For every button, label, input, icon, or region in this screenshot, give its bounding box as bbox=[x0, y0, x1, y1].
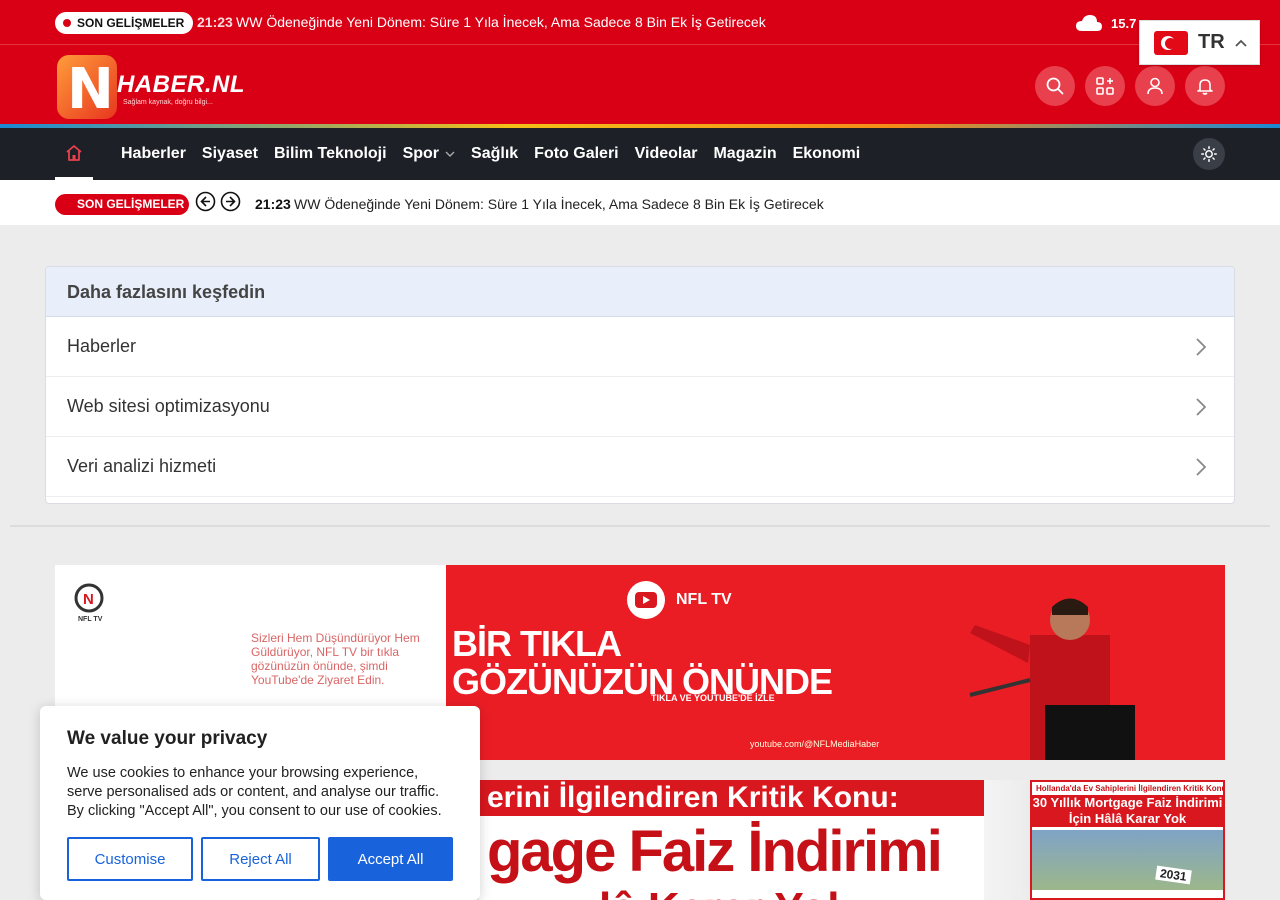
nav-item-haberler[interactable]: Haberler bbox=[113, 145, 194, 163]
site-logo[interactable]: HABER.NL Sağlam kaynak, doğru bilgi... bbox=[55, 55, 245, 122]
cookie-consent-dialog: We value your privacy We use cookies to … bbox=[40, 706, 480, 900]
houses-illustration bbox=[1032, 830, 1223, 890]
nav-item-siyaset[interactable]: Siyaset bbox=[194, 145, 266, 163]
turkey-flag-icon bbox=[1154, 30, 1188, 55]
weather-widget[interactable]: 15.7 bbox=[1075, 12, 1136, 34]
ticker-headline-link[interactable]: WW Ödeneğinde Yeni Dönem: Süre 1 Yıla İn… bbox=[294, 196, 824, 212]
section-divider bbox=[10, 525, 1270, 527]
explore-item[interactable]: Veri analizi hizmeti bbox=[46, 437, 1234, 497]
chevron-down-icon bbox=[445, 151, 455, 157]
featured-image-line-3: lâ Karar Yok bbox=[599, 884, 852, 900]
news-ticker: SON GELİŞMELER 21:23 WW Ödeneğinde Yeni … bbox=[0, 180, 1280, 225]
chevron-right-icon bbox=[1196, 337, 1206, 356]
home-icon bbox=[66, 144, 82, 161]
nav-home-link[interactable] bbox=[55, 128, 93, 180]
bell-icon bbox=[1197, 79, 1213, 95]
banner-brand: NFL TV bbox=[676, 591, 732, 608]
nav-item-spor[interactable]: Spor bbox=[395, 145, 463, 163]
logo-mark bbox=[57, 55, 117, 122]
logo-text: HABER.NL bbox=[117, 71, 245, 98]
nav-item-saglik[interactable]: Sağlık bbox=[463, 145, 526, 163]
ticker-label: SON GELİŞMELER bbox=[55, 194, 189, 215]
breaking-headline-link[interactable]: WW Ödeneğinde Yeni Dönem: Süre 1 Yıla İn… bbox=[236, 14, 766, 30]
previous-arrow-icon[interactable] bbox=[195, 191, 216, 212]
explore-item-label: Veri analizi hizmeti bbox=[67, 456, 217, 476]
language-selector[interactable]: TR bbox=[1139, 20, 1260, 65]
banner-headline-1: BİR TIKLA bbox=[452, 623, 622, 664]
youtube-brand: NFL TV bbox=[626, 580, 732, 620]
explore-item[interactable]: Web sitesi optimizasyonu bbox=[46, 377, 1234, 437]
user-account-button[interactable] bbox=[1135, 66, 1175, 106]
apps-button[interactable] bbox=[1085, 66, 1125, 106]
nfl-tv-logo-icon: N NFL TV bbox=[74, 583, 104, 623]
search-icon bbox=[1046, 77, 1064, 95]
next-arrow-icon[interactable] bbox=[220, 191, 241, 212]
grid-add-icon bbox=[1096, 77, 1114, 95]
thumbnail-title: 30 Yıllık Mortgage Faiz İndirimi bbox=[1032, 795, 1223, 811]
site-header: HABER.NL Sağlam kaynak, doğru bilgi... bbox=[0, 45, 1280, 125]
banner-subline: TIKLA VE YOUTUBE'DE İZLE bbox=[651, 693, 775, 703]
chevron-up-icon bbox=[1235, 39, 1247, 47]
nav-item-magazin[interactable]: Magazin bbox=[705, 145, 784, 163]
nav-item-bilim-teknoloji[interactable]: Bilim Teknoloji bbox=[266, 145, 395, 163]
cookie-title: We value your privacy bbox=[67, 728, 268, 749]
sun-icon bbox=[1201, 146, 1217, 162]
nav-item-foto-galeri[interactable]: Foto Galeri bbox=[526, 145, 626, 163]
presenter-illustration bbox=[969, 598, 1135, 760]
chevron-right-icon bbox=[1196, 457, 1206, 476]
featured-image-line-1: erini İlgilendiren Kritik Konu: bbox=[479, 780, 984, 816]
thumbnail-kicker: Hollanda'da Ev Sahiplerini İlgilendiren … bbox=[1036, 784, 1225, 793]
accept-all-button[interactable]: Accept All bbox=[328, 837, 453, 881]
nav-item-spor-label: Spor bbox=[402, 145, 440, 162]
nav-item-ekonomi[interactable]: Ekonomi bbox=[785, 145, 869, 163]
search-button[interactable] bbox=[1035, 66, 1075, 106]
explore-item-label: Haberler bbox=[67, 336, 137, 356]
nav-item-videolar[interactable]: Videolar bbox=[627, 145, 706, 163]
banner-headline-2: GÖZÜNÜZÜN ÖNÜNDE bbox=[452, 661, 833, 702]
explore-item-label: Web sitesi optimizasyonu bbox=[67, 396, 270, 416]
reject-all-button[interactable]: Reject All bbox=[201, 837, 320, 881]
banner-url: youtube.com/@NFLMediaHaber bbox=[750, 739, 880, 749]
breaking-time: 21:23 bbox=[197, 14, 233, 30]
side-news-thumbnail[interactable]: Hollanda'da Ev Sahiplerini İlgilendiren … bbox=[1030, 780, 1225, 900]
explore-more-box: Daha fazlasını keşfedin Haberler Web sit… bbox=[45, 266, 1235, 504]
notifications-button[interactable] bbox=[1185, 66, 1225, 106]
theme-toggle-button[interactable] bbox=[1193, 138, 1225, 170]
thumbnail-subtitle: İçin Hâlâ Karar Yok bbox=[1032, 811, 1223, 827]
top-breaking-bar: SON GELİŞMELER 21:23 WW Ödeneğinde Yeni … bbox=[0, 0, 1280, 45]
slider-gap bbox=[984, 780, 1029, 900]
explore-item[interactable]: Haberler bbox=[46, 317, 1234, 377]
svg-text:N: N bbox=[83, 591, 94, 608]
banner-intro-text: Sizleri Hem Düşündürüyor Hem Güldürüyor,… bbox=[251, 631, 420, 687]
ticker-time: 21:23 bbox=[255, 196, 291, 212]
youtube-play-icon bbox=[627, 581, 665, 619]
featured-news-image[interactable]: erini İlgilendiren Kritik Konu: gage Fai… bbox=[479, 780, 984, 900]
cloud-icon bbox=[1076, 15, 1102, 31]
svg-text:NFL TV: NFL TV bbox=[78, 616, 103, 623]
breaking-news-label: SON GELİŞMELER bbox=[55, 12, 194, 34]
cookie-text: We use cookies to enhance your browsing … bbox=[67, 765, 442, 819]
logo-tagline: Sağlam kaynak, doğru bilgi... bbox=[123, 99, 213, 106]
featured-image-line-2: gage Faiz İndirimi bbox=[487, 819, 943, 884]
weather-temperature: 15.7 bbox=[1111, 15, 1137, 31]
chevron-right-icon bbox=[1196, 397, 1206, 416]
user-icon bbox=[1147, 77, 1163, 95]
explore-title: Daha fazlasını keşfedin bbox=[46, 267, 1234, 317]
customise-button[interactable]: Customise bbox=[67, 837, 193, 881]
language-code: TR bbox=[1198, 31, 1225, 53]
main-navigation: Haberler Siyaset Bilim Teknoloji Spor Sa… bbox=[0, 128, 1280, 180]
